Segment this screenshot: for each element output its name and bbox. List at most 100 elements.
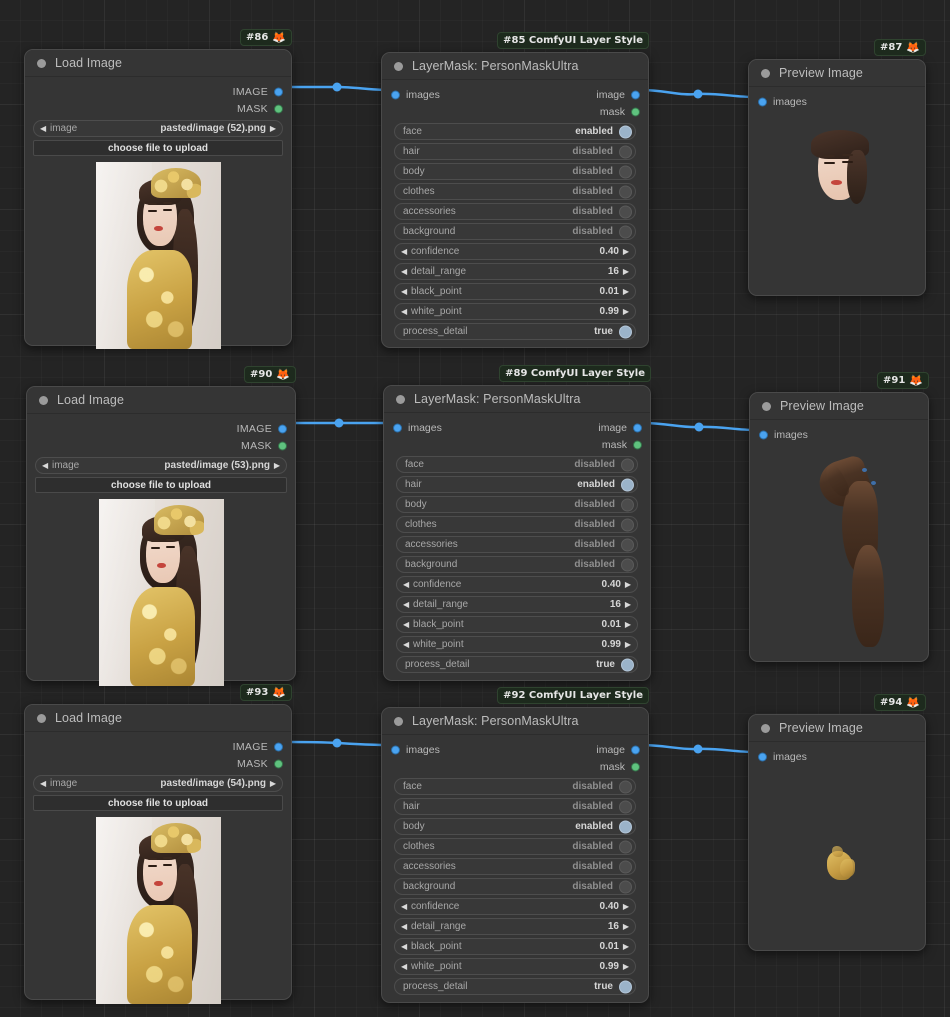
slot-dot-image[interactable] [392, 91, 399, 98]
toggle-knob[interactable] [619, 225, 632, 238]
output-slot-image[interactable]: image [522, 419, 642, 436]
preview-image-body[interactable] [757, 765, 917, 945]
chevron-right-icon[interactable]: ▶ [625, 580, 631, 589]
node-badge-85[interactable]: #85 ComfyUI Layer Style [497, 32, 649, 49]
widget-confidence[interactable]: ◀ confidence 0.40 ▶ [394, 898, 636, 915]
slot-dot-image[interactable] [759, 753, 766, 760]
widget-image-combo[interactable]: ◀ image pasted/image (53).png ▶ [35, 457, 287, 474]
slot-dot-image[interactable] [275, 743, 282, 750]
collapse-dot-icon[interactable] [761, 723, 770, 733]
widget-hair[interactable]: hair disabled [394, 143, 636, 160]
widget-black-point[interactable]: ◀ black_point 0.01 ▶ [394, 938, 636, 955]
toggle-knob[interactable] [619, 185, 632, 198]
chevron-left-icon[interactable]: ◀ [42, 461, 48, 470]
toggle-knob[interactable] [621, 518, 634, 531]
toggle-knob[interactable] [621, 498, 634, 511]
toggle-knob[interactable] [619, 820, 632, 833]
chevron-left-icon[interactable]: ◀ [40, 779, 46, 788]
chevron-left-icon[interactable]: ◀ [40, 124, 46, 133]
toggle-knob[interactable] [621, 478, 634, 491]
node-title-bar[interactable]: Load Image [25, 705, 291, 732]
chevron-left-icon[interactable]: ◀ [401, 962, 407, 971]
collapse-dot-icon[interactable] [394, 716, 403, 726]
preview-image-face[interactable] [757, 110, 917, 290]
chevron-left-icon[interactable]: ◀ [401, 287, 407, 296]
toggle-knob[interactable] [619, 800, 632, 813]
widget-white-point[interactable]: ◀ white_point 0.99 ▶ [394, 958, 636, 975]
image-preview[interactable] [95, 817, 221, 1004]
slot-dot-mask[interactable] [279, 442, 286, 449]
output-slot-image[interactable]: IMAGE [33, 83, 283, 100]
slot-dot-mask[interactable] [634, 441, 641, 448]
node-load-image-86[interactable]: #86 🦊 Load Image IMAGE MASK ◀ image past… [24, 29, 292, 349]
collapse-dot-icon[interactable] [37, 713, 46, 723]
chevron-left-icon[interactable]: ◀ [401, 942, 407, 951]
chevron-right-icon[interactable]: ▶ [623, 287, 629, 296]
widget-background[interactable]: background disabled [394, 223, 636, 240]
chevron-right-icon[interactable]: ▶ [623, 962, 629, 971]
slot-dot-mask[interactable] [275, 105, 282, 112]
widget-detail-range[interactable]: ◀ detail_range 16 ▶ [394, 263, 636, 280]
toggle-knob[interactable] [619, 145, 632, 158]
widget-clothes[interactable]: clothes disabled [396, 516, 638, 533]
node-title-bar[interactable]: LayerMask: PersonMaskUltra [384, 386, 650, 413]
node-badge-90[interactable]: #90 🦊 [244, 366, 296, 383]
widget-body[interactable]: body disabled [396, 496, 638, 513]
chevron-left-icon[interactable]: ◀ [403, 600, 409, 609]
slot-dot-image[interactable] [634, 424, 641, 431]
toggle-knob[interactable] [621, 558, 634, 571]
toggle-knob[interactable] [619, 125, 632, 138]
chevron-right-icon[interactable]: ▶ [270, 779, 276, 788]
node-badge-86[interactable]: #86 🦊 [240, 29, 292, 46]
output-slot-mask[interactable]: mask [522, 436, 642, 453]
node-badge-92[interactable]: #92 ComfyUI Layer Style [497, 687, 649, 704]
output-slot-image[interactable]: image [520, 86, 640, 103]
chevron-right-icon[interactable]: ▶ [625, 600, 631, 609]
widget-face[interactable]: face disabled [396, 456, 638, 473]
toggle-knob[interactable] [619, 165, 632, 178]
node-title-bar[interactable]: LayerMask: PersonMaskUltra [382, 53, 648, 80]
collapse-dot-icon[interactable] [761, 68, 770, 78]
chevron-left-icon[interactable]: ◀ [401, 922, 407, 931]
widget-white-point[interactable]: ◀ white_point 0.99 ▶ [396, 636, 638, 653]
chevron-right-icon[interactable]: ▶ [274, 461, 280, 470]
widget-face[interactable]: face disabled [394, 778, 636, 795]
widget-confidence[interactable]: ◀ confidence 0.40 ▶ [394, 243, 636, 260]
output-slot-image[interactable]: IMAGE [35, 420, 287, 437]
toggle-knob[interactable] [621, 458, 634, 471]
widget-image-combo[interactable]: ◀ image pasted/image (52).png ▶ [33, 120, 283, 137]
widget-face[interactable]: face enabled [394, 123, 636, 140]
input-slot-images[interactable]: images [390, 86, 440, 103]
widget-accessories[interactable]: accessories disabled [394, 858, 636, 875]
node-badge-91[interactable]: #91 🦊 [877, 372, 929, 389]
node-badge-89[interactable]: #89 ComfyUI Layer Style [499, 365, 651, 382]
chevron-right-icon[interactable]: ▶ [623, 267, 629, 276]
node-title-bar[interactable]: Preview Image [749, 715, 925, 742]
widget-process-detail[interactable]: process_detail true [394, 978, 636, 995]
toggle-knob[interactable] [619, 205, 632, 218]
input-slot-images[interactable]: images [757, 748, 917, 765]
slot-dot-image[interactable] [392, 746, 399, 753]
toggle-knob[interactable] [619, 325, 632, 338]
node-title-bar[interactable]: Preview Image [749, 60, 925, 87]
widget-clothes[interactable]: clothes disabled [394, 838, 636, 855]
input-slot-images[interactable]: images [390, 741, 440, 758]
collapse-dot-icon[interactable] [39, 395, 48, 405]
output-slot-mask[interactable]: MASK [33, 755, 283, 772]
node-title-bar[interactable]: Load Image [25, 50, 291, 77]
chevron-right-icon[interactable]: ▶ [625, 620, 631, 629]
choose-file-button[interactable]: choose file to upload [33, 795, 283, 811]
output-slot-mask[interactable]: mask [520, 758, 640, 775]
node-badge-93[interactable]: #93 🦊 [240, 684, 292, 701]
output-slot-mask[interactable]: mask [520, 103, 640, 120]
toggle-knob[interactable] [619, 840, 632, 853]
slot-dot-mask[interactable] [632, 763, 639, 770]
collapse-dot-icon[interactable] [396, 394, 405, 404]
image-preview[interactable] [95, 162, 221, 349]
node-load-image-93[interactable]: #93 🦊 Load Image IMAGE MASK ◀ image past… [24, 684, 292, 1004]
toggle-knob[interactable] [619, 780, 632, 793]
input-slot-images[interactable]: images [757, 93, 917, 110]
chevron-right-icon[interactable]: ▶ [623, 247, 629, 256]
collapse-dot-icon[interactable] [394, 61, 403, 71]
widget-black-point[interactable]: ◀ black_point 0.01 ▶ [394, 283, 636, 300]
